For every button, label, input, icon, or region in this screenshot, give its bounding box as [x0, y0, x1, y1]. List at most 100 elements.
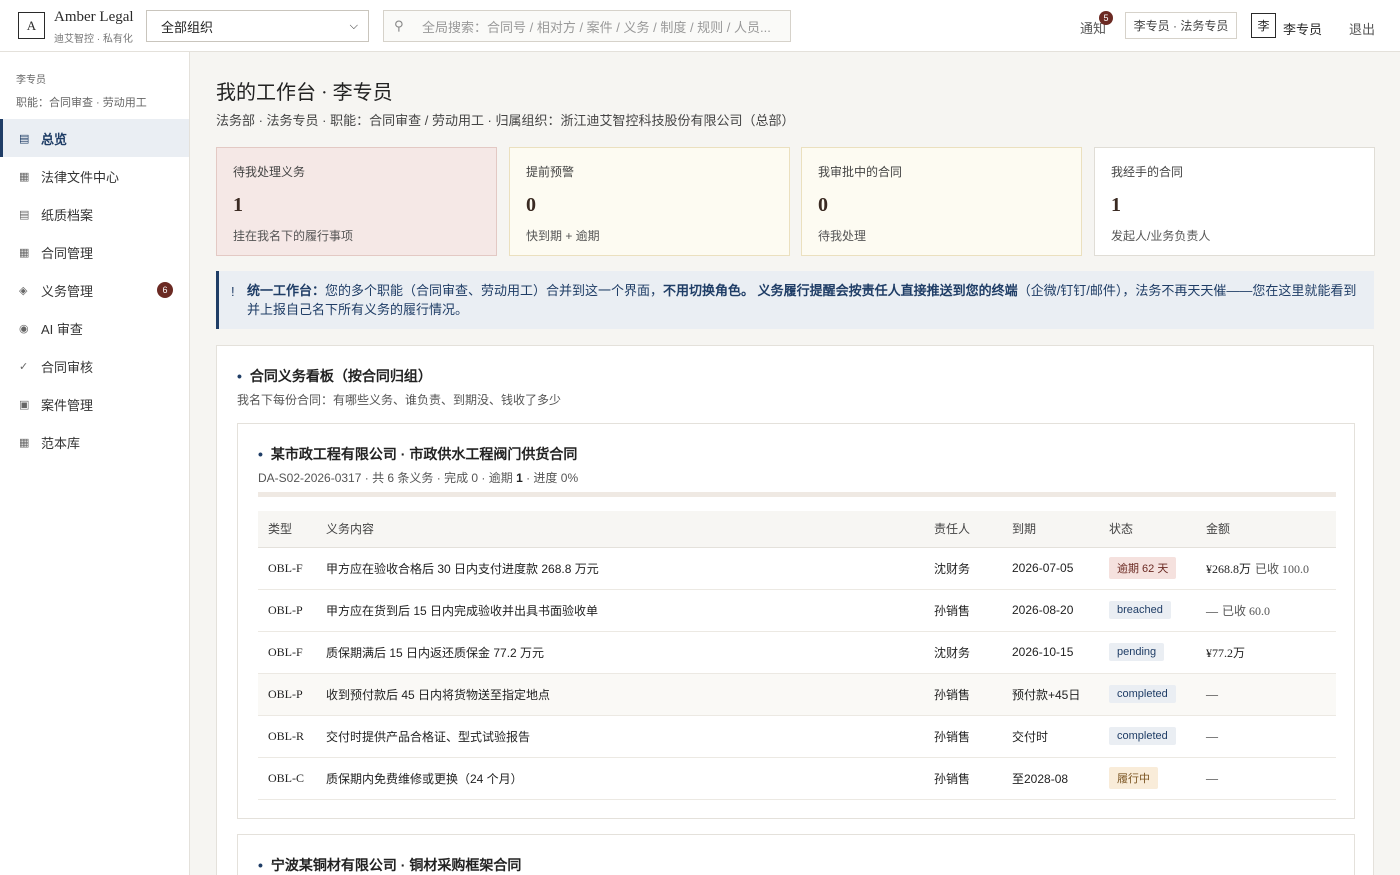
sidebar-item-label: 合同管理 [41, 245, 94, 261]
page-title: 我的工作台 · 李专员 [216, 82, 393, 104]
obligation-content: 交付时提供产品合格证、型式试验报告 [326, 715, 934, 758]
sidebar-item-legal-docs[interactable]: ▦ 法律文件中心 [0, 157, 189, 195]
obligation-due: 交付时 [1012, 715, 1109, 758]
target-icon: ◉ [19, 322, 29, 335]
obligation-content: 质保期内免费维修或更换（24 个月） [326, 757, 934, 800]
banner-lead: 统一工作台： [247, 283, 326, 298]
overdue-count: 1 [516, 471, 523, 485]
stat-label: 待我处理义务 [233, 165, 306, 179]
sidebar-item-overview[interactable]: ▤ 总览 [0, 119, 189, 157]
table-row[interactable]: OBL-C 质保期内免费维修或更换（24 个月） 孙销售 至2028-08 履行… [258, 757, 1336, 800]
stat-value: 1 [1111, 194, 1121, 216]
stat-value: 1 [233, 194, 243, 216]
list-icon: ▤ [19, 132, 30, 145]
table-row[interactable]: OBL-R 交付时提供产品合格证、型式试验报告 孙销售 交付时 complete… [258, 715, 1336, 758]
sidebar-item-templates[interactable]: ▦ 范本库 [0, 423, 189, 461]
sidebar-item-ai-review[interactable]: ◉ AI 审查 [0, 309, 189, 347]
stat-card-handled-contracts[interactable]: 我经手的合同 1 发起人/业务负责人 [1094, 147, 1375, 256]
obligation-owner: 孙销售 [934, 589, 1012, 632]
obligation-status-cell: 逾期 62 天 [1109, 547, 1206, 590]
sidebar-item-paper-archive[interactable]: ▤ 纸质档案 [0, 195, 189, 233]
search-icon: ⚲ [394, 18, 404, 33]
stat-card-early-warning[interactable]: 提前预警 0 快到期 + 逾期 [509, 147, 790, 256]
username[interactable]: 李专员 [1283, 19, 1322, 38]
sidebar-user: 李专员 [16, 75, 46, 86]
obligation-received: 已收 60.0 [1222, 603, 1271, 618]
obligation-amount-cell: — 已收 60.0 [1206, 589, 1336, 632]
column-header-content: 义务内容 [326, 511, 934, 548]
table-row[interactable]: OBL-F 甲方应在验收合格后 30 日内支付进度款 268.8 万元 沈财务 … [258, 547, 1336, 590]
status-badge: completed [1109, 685, 1176, 703]
search-placeholder: 全局搜索：合同号 / 相对方 / 案件 / 义务 / 制度 / 规则 / 人员.… [422, 19, 771, 35]
table-row[interactable]: OBL-F 质保期满后 15 日内返还质保金 77.2 万元 沈财务 2026-… [258, 631, 1336, 674]
obligation-owner: 孙销售 [934, 757, 1012, 800]
bullet-icon: • [258, 446, 263, 462]
obligation-content: 甲方应在货到后 15 日内完成验收并出具书面验收单 [326, 589, 934, 632]
obligation-due: 2026-08-20 [1012, 589, 1109, 632]
obligation-amount: ¥268.8万 [1206, 561, 1252, 576]
logout-button[interactable]: 退出 [1349, 19, 1375, 38]
brand-subtitle: 迪艾智控 · 私有化 [54, 34, 133, 45]
page-subtitle: 法务部 · 法务专员 · 职能：合同审查 / 劳动用工 · 归属组织：浙江迪艾智… [216, 113, 795, 128]
obligation-amount: ¥77.2万 [1206, 645, 1246, 660]
stat-card-pending-obligations[interactable]: 待我处理义务 1 挂在我名下的履行事项 [216, 147, 497, 256]
obligation-status-cell: completed [1109, 673, 1206, 716]
contract-card: • 宁波某铜材有限公司 · 铜材采购框架合同 [237, 834, 1355, 875]
obligation-content: 甲方应在验收合格后 30 日内支付进度款 268.8 万元 [326, 547, 934, 590]
obligation-status-cell: pending [1109, 631, 1206, 674]
sidebar-item-label: 总览 [41, 131, 68, 147]
banner-text: 统一工作台：您的多个职能（合同审查、劳动用工）合并到这一个界面，不用切换角色。 … [247, 281, 1362, 319]
sidebar-nav: ▤ 总览 ▦ 法律文件中心 ▤ 纸质档案 ▦ 合同管理 ◈ 义务管理 6 ◉ A… [0, 119, 189, 461]
sidebar-item-cases[interactable]: ▣ 案件管理 [0, 385, 189, 423]
stat-note: 发起人/业务负责人 [1111, 229, 1211, 243]
board-subtitle: 我名下每份合同：有哪些义务、谁负责、到期没、钱收了多少 [237, 393, 562, 407]
alert-icon: ! [231, 284, 235, 299]
stat-value: 0 [818, 194, 828, 216]
sidebar-item-label: 案件管理 [41, 397, 94, 413]
diamond-icon: ◈ [19, 284, 28, 297]
role-switcher[interactable]: 李专员 · 法务专员 [1125, 12, 1237, 39]
banner-text-1: 您的多个职能（合同审查、劳动用工）合并到这一个界面， [325, 283, 664, 298]
obligation-table: 类型 义务内容 责任人 到期 状态 金额 OBL-F 甲方应在验收合格后 30 … [258, 511, 1336, 800]
avatar[interactable]: 李 [1251, 13, 1276, 38]
org-select[interactable]: 全部组织 ⌵ [146, 10, 369, 42]
obligation-received: 已收 100.0 [1255, 561, 1310, 576]
table-header-row: 类型 义务内容 责任人 到期 状态 金额 [258, 511, 1336, 548]
stat-note: 待我处理 [818, 229, 867, 243]
contract-card: • 某市政工程有限公司 · 市政供水工程阀门供货合同 DA-S02-2026-03… [237, 423, 1355, 819]
obligation-owner: 孙销售 [934, 673, 1012, 716]
global-search-input[interactable]: ⚲ 全局搜索：合同号 / 相对方 / 案件 / 义务 / 制度 / 规则 / 人… [383, 10, 791, 42]
notifications-button[interactable]: 通知 5 [1080, 11, 1113, 37]
contract-title[interactable]: • 宁波某铜材有限公司 · 铜材采购框架合同 [258, 855, 521, 875]
obligation-type: OBL-R [258, 715, 326, 758]
sidebar-item-obligations[interactable]: ◈ 义务管理 6 [0, 271, 189, 309]
stat-label: 我经手的合同 [1111, 165, 1184, 179]
obligation-type: OBL-P [258, 673, 326, 716]
banner-bold-1: 不用切换角色。 [663, 283, 755, 298]
obligation-amount-cell: ¥268.8万 已收 100.0 [1206, 547, 1336, 590]
obligation-amount-cell: — [1206, 757, 1336, 800]
sidebar-item-contracts[interactable]: ▦ 合同管理 [0, 233, 189, 271]
table-row[interactable]: OBL-P 甲方应在货到后 15 日内完成验收并出具书面验收单 孙销售 2026… [258, 589, 1336, 632]
stat-note: 挂在我名下的履行事项 [233, 229, 354, 243]
grid-icon: ▦ [19, 436, 30, 449]
sidebar-item-label: 范本库 [41, 435, 81, 451]
table-row[interactable]: OBL-P 收到预付款后 45 日内将货物送至指定地点 孙销售 预付款+45日 … [258, 673, 1336, 716]
column-header-owner: 责任人 [934, 511, 1012, 548]
bullet-icon: • [237, 368, 242, 384]
sidebar-item-contract-approval[interactable]: ✓ 合同审核 [0, 347, 189, 385]
obligation-board: • 合同义务看板（按合同归组） 我名下每份合同：有哪些义务、谁负责、到期没、钱收了… [216, 345, 1374, 875]
sidebar-item-label: AI 审查 [41, 321, 83, 337]
contract-title[interactable]: • 某市政工程有限公司 · 市政供水工程阀门供货合同 [258, 444, 577, 464]
obligation-type: OBL-F [258, 631, 326, 674]
obligation-amount-cell: ¥77.2万 [1206, 631, 1336, 674]
obligation-due: 预付款+45日 [1012, 673, 1109, 716]
brand-name: Amber Legal [54, 9, 134, 25]
column-header-amount: 金额 [1206, 511, 1336, 548]
logo[interactable]: A [18, 12, 45, 39]
obligations-count-badge: 6 [157, 282, 173, 298]
stat-card-approving-contracts[interactable]: 我审批中的合同 0 待我处理 [801, 147, 1082, 256]
chevron-down-icon: ⌵ [349, 19, 358, 32]
archive-icon: ▤ [19, 208, 30, 221]
obligation-type: OBL-C [258, 757, 326, 800]
